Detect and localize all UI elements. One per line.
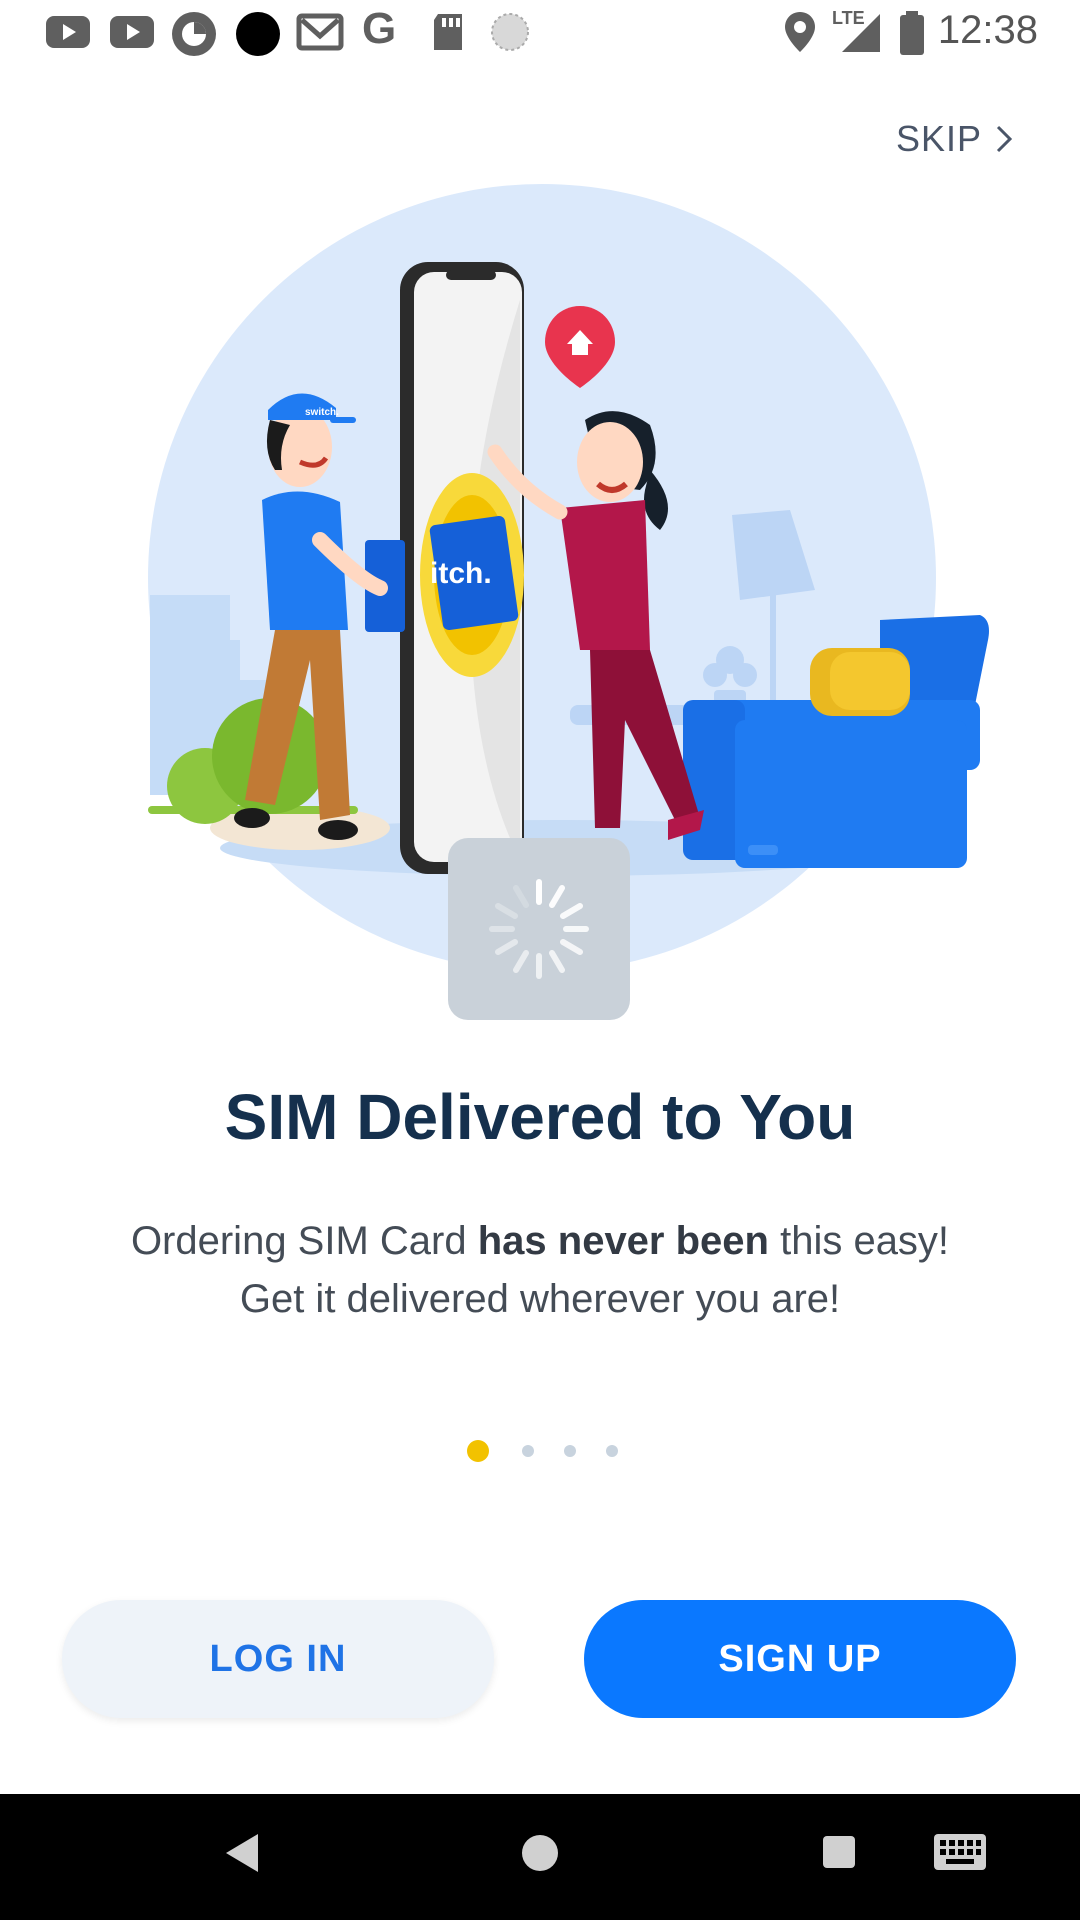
page-dot-active[interactable] [467,1440,489,1462]
keyboard-icon[interactable] [932,1830,988,1876]
page-indicator [0,1436,1080,1466]
phone-brand-text: itch. [430,557,492,590]
home-icon[interactable] [519,1830,561,1876]
phone: itch. [400,262,524,874]
page-dot[interactable] [564,1445,576,1457]
description-line-2: Get it delivered wherever you are! [239,1277,841,1321]
back-icon[interactable] [222,1830,262,1876]
signup-button[interactable]: SIGN UP [584,1600,1016,1718]
onboarding-description: Ordering SIM Card has never been this ea… [0,1212,1080,1328]
description-emphasis: has never been [477,1219,769,1263]
spinner-icon [489,879,589,979]
page-dot[interactable] [606,1445,618,1457]
recents-icon[interactable] [820,1830,858,1876]
cap-brand-text: switch. [305,407,339,418]
onboarding-title: SIM Delivered to You [224,1081,856,1153]
loading-placeholder [448,838,630,1020]
description-line-1: Ordering SIM Card has never been this ea… [130,1219,950,1263]
system-nav-bar [0,1794,1080,1920]
page-dot[interactable] [522,1445,534,1457]
login-button[interactable]: LOG IN [62,1600,494,1718]
